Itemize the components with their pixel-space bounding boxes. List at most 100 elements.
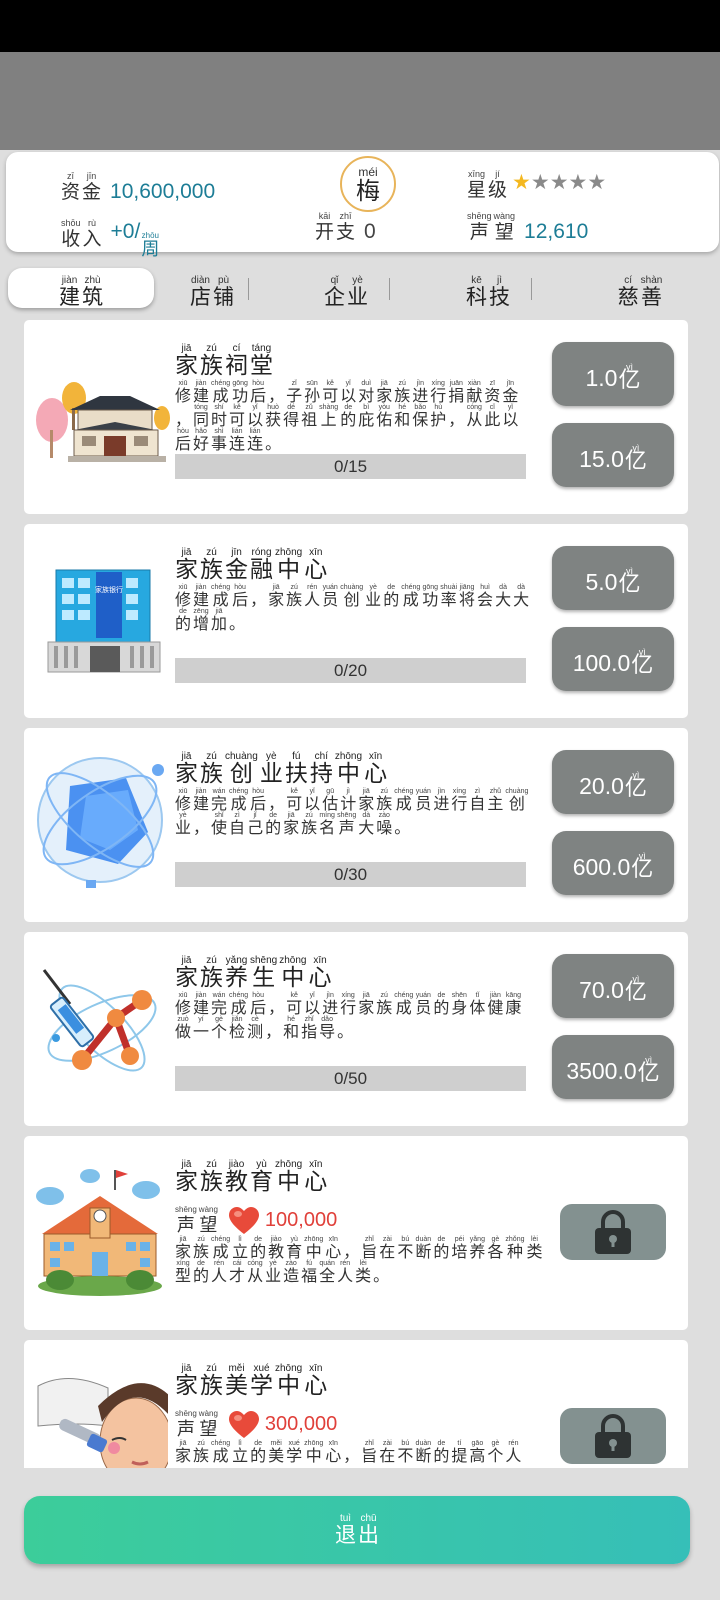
pinyin-char: chéng 成 [401, 584, 421, 609]
building-list[interactable]: jiā 家 zú 族 cí 祠 táng 堂 xiū 修 jiàn 建 chéng 成 gōng 功 hòu 后… [24, 320, 688, 1468]
upgrade-max-cost-button[interactable]: 15.0 yì 亿 [552, 423, 674, 487]
pinyin-char: jiā 家 [376, 380, 393, 405]
exit-button[interactable]: tuì 退 chū 出 [24, 1496, 690, 1564]
pinyin-char: xīn 心 [304, 548, 327, 582]
hanzi: 业 [259, 761, 283, 787]
cost-value: 100.0 [572, 650, 631, 676]
reputation-requirement-label: shēng 声 wàng 望 [174, 1206, 219, 1235]
pinyin-char: 。 [373, 1266, 390, 1285]
pinyin-char: ， [268, 794, 285, 813]
pinyin-char: zì 自 [469, 788, 486, 813]
tab-charity[interactable]: cí 慈 shàn 善 [598, 268, 682, 308]
pinyin-char: gōng 功 [232, 380, 249, 405]
pinyin-char: gè 个 [211, 1016, 228, 1041]
hanzi: 持 [309, 761, 333, 787]
pinyin-char: ， [193, 818, 210, 837]
pinyin-char: 。 [337, 1022, 354, 1041]
pinyin-char: měi 美 [225, 1364, 248, 1398]
pinyin-char: jiā 加 [211, 608, 228, 633]
pinyin-char: cè 测 [247, 1016, 264, 1041]
pinyin-char: shí 时 [211, 404, 228, 429]
pinyin-char: dé 得 [283, 404, 300, 429]
pinyin-char: chéng 成 [211, 1236, 231, 1261]
pinyin-char: yǐ 以 [304, 992, 321, 1017]
upgrade-max-cost-button[interactable]: 100.0 yì 亿 [552, 627, 674, 691]
pinyin-char: yè 业 [260, 752, 283, 786]
pinyin-char: shǐ 使 [211, 812, 228, 837]
hanzi: 支 [336, 221, 356, 243]
hanzi: 生 [252, 965, 276, 991]
hanzi: 族 [200, 353, 223, 379]
pinyin-char: xīn 心 [364, 752, 387, 786]
upgrade-cost-button[interactable]: 1.0 yì 亿 [552, 342, 674, 406]
cost-value: 600.0 [572, 854, 631, 880]
cost-value: 20.0 [579, 773, 624, 799]
hanzi: 金 [225, 557, 248, 583]
pinyin-char: yuán 员 [415, 788, 432, 813]
hanzi: 望 [199, 1419, 218, 1440]
pinyin-char: jiǎn 检 [229, 1016, 246, 1041]
pinyin-char: lián 连 [229, 428, 246, 453]
pinyin-char: de 的 [433, 992, 450, 1017]
pinyin-char: xué 学 [286, 1440, 303, 1465]
upgrade-cost-button[interactable]: 5.0 yì 亿 [552, 546, 674, 610]
pinyin-char: chuàng 创 [340, 584, 364, 609]
pinyin-char: ， [175, 410, 192, 429]
pinyin-char: shàn 善 [641, 276, 663, 308]
hanzi: 级 [488, 179, 508, 201]
upgrade-cost-button[interactable]: 20.0 yì 亿 [552, 750, 674, 814]
pinyin-char: chéng 成 [211, 1440, 231, 1465]
locked-button[interactable] [560, 1408, 666, 1464]
pinyin-char: gū 估 [322, 788, 339, 813]
pinyin-char: huì 会 [477, 584, 494, 609]
blue-orb-icon [37, 757, 164, 888]
reputation-label: shēng 声 wàng 望 [466, 212, 516, 242]
pinyin-char: duàn 断 [415, 1236, 432, 1261]
pinyin-char: chéng 成 [229, 992, 249, 1017]
expense-value: 0 [364, 220, 376, 243]
hanzi: 中 [277, 1169, 301, 1195]
pinyin-char: duì 对 [358, 380, 375, 405]
pinyin-char: shēn 身 [451, 992, 468, 1017]
pinyin-char: tóng 同 [193, 404, 210, 429]
hanzi: 星 [467, 179, 487, 201]
pinyin-char: yǎng 养 [469, 1236, 486, 1261]
pinyin-char: xíng 行 [430, 380, 447, 405]
cost-value: 15.0 [579, 446, 624, 472]
expense-stat: kāi 开 zhī 支 0 [314, 210, 376, 244]
pinyin-char: kě 可 [229, 404, 246, 429]
hanzi: 声 [176, 1419, 195, 1440]
hanzi: 心 [364, 761, 388, 787]
hanzi: 中 [336, 761, 360, 787]
pinyin-char: yòu 佑 [376, 404, 393, 429]
pinyin-char: kāng 康 [505, 992, 522, 1017]
tab-shops[interactable]: diàn 店 pù 铺 [170, 268, 254, 308]
upgrade-max-cost-button[interactable]: 3500.0 yì 亿 [552, 1035, 674, 1099]
tab-technology[interactable]: kē 科 jì 技 [446, 268, 530, 308]
upgrade-progress-bar: 0/30 [175, 862, 526, 887]
pinyin-char: zhōng 中 [304, 1440, 324, 1465]
pinyin-char: hé 和 [283, 1016, 300, 1041]
pinyin-char: jiàn 建 [59, 276, 80, 308]
pinyin-char: jiàn 建 [193, 788, 210, 813]
locked-button[interactable] [560, 1204, 666, 1260]
upgrade-max-cost-button[interactable]: 600.0 yì 亿 [552, 831, 674, 895]
pinyin-char: jiā 家 [175, 1440, 192, 1465]
pinyin-char: bì 庇 [358, 404, 375, 429]
pinyin-char: kě 可 [286, 788, 303, 813]
hanzi: 养 [225, 965, 248, 991]
hanzi: 族 [200, 1373, 223, 1399]
tab-enterprises[interactable]: qǐ 企 yè 业 [304, 268, 388, 308]
pinyin-char: zhǐ 指 [301, 1016, 318, 1041]
bank-building-icon: 家族银行 [47, 569, 161, 673]
reputation-requirement-label: shēng 声 wàng 望 [174, 1410, 219, 1439]
pinyin-char: tǐ 体 [469, 992, 486, 1017]
pinyin-char: xīn 心 [325, 1236, 342, 1261]
pinyin-char: hòu 后 [250, 380, 267, 405]
pinyin-char: bú 不 [397, 1440, 414, 1465]
pinyin-char: kāi 开 [315, 212, 334, 242]
upgrade-cost-button[interactable]: 70.0 yì 亿 [552, 954, 674, 1018]
pinyin-char: yǐ 以 [304, 788, 321, 813]
hanzi: 退 [335, 1523, 356, 1547]
tab-buildings[interactable]: jiàn 建 zhù 筑 [8, 268, 154, 308]
